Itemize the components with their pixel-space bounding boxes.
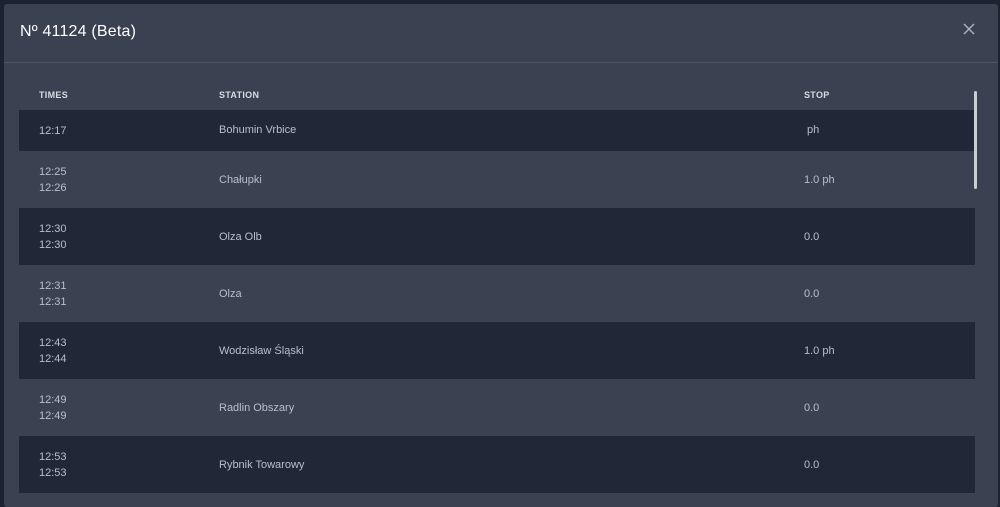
times-cell: 12:30 12:30 bbox=[39, 221, 67, 253]
times-cell: 12:53 12:53 bbox=[39, 449, 67, 481]
arrival-time: 12:17 bbox=[39, 125, 67, 137]
table-row: 12:25 12:26 Chałupki 1.0 ph bbox=[19, 151, 975, 208]
station-cell: Wodzisław Śląski bbox=[219, 345, 304, 357]
arrival-time: 12:31 bbox=[39, 280, 67, 292]
departure-time: 12:44 bbox=[39, 353, 67, 365]
table-row: 12:49 12:49 Radlin Obszary 0.0 bbox=[19, 379, 975, 436]
stop-cell: ph bbox=[804, 124, 820, 136]
departure-time: 12:53 bbox=[39, 467, 67, 479]
table-row: 12:31 12:31 Olza 0.0 bbox=[19, 265, 975, 322]
table-row: 12:53 12:53 Rybnik Towarowy 0.0 bbox=[19, 436, 975, 493]
table-row: 12:43 12:44 Wodzisław Śląski 1.0 ph bbox=[19, 322, 975, 379]
station-cell: Olza Olb bbox=[219, 231, 262, 243]
departure-time: 12:49 bbox=[39, 410, 67, 422]
departure-time: 12:31 bbox=[39, 296, 67, 308]
column-header-stop: STOP bbox=[804, 90, 830, 100]
stop-cell: 1.0 ph bbox=[804, 345, 835, 357]
scrollbar-thumb[interactable] bbox=[974, 91, 977, 189]
column-header-times: TIMES bbox=[39, 90, 69, 100]
timetable-table: TIMES STATION STOP 12:17 Bohumin Vrbice … bbox=[19, 86, 975, 506]
close-icon bbox=[963, 23, 975, 35]
table-row: 12:17 Bohumin Vrbice ph bbox=[19, 110, 975, 151]
departure-time: 12:30 bbox=[39, 239, 67, 251]
modal-header: Nº 41124 (Beta) bbox=[4, 4, 998, 63]
arrival-time: 12:49 bbox=[39, 394, 67, 406]
station-cell: Rybnik Towarowy bbox=[219, 459, 305, 471]
table-header-row: TIMES STATION STOP bbox=[19, 86, 975, 110]
times-cell: 12:25 12:26 bbox=[39, 164, 67, 196]
stop-cell: 0.0 bbox=[804, 459, 820, 471]
stop-cell: 0.0 bbox=[804, 231, 820, 243]
arrival-time: 12:30 bbox=[39, 223, 67, 235]
stop-cell: 0.0 bbox=[804, 402, 820, 414]
table-row: 12:30 12:30 Olza Olb 0.0 bbox=[19, 208, 975, 265]
close-button[interactable] bbox=[962, 22, 976, 36]
station-cell: Radlin Obszary bbox=[219, 402, 295, 414]
stop-cell: 1.0 ph bbox=[804, 174, 835, 186]
arrival-time: 12:25 bbox=[39, 166, 67, 178]
station-cell: Olza bbox=[219, 288, 242, 300]
arrival-time: 12:43 bbox=[39, 337, 67, 349]
arrival-time: 12:53 bbox=[39, 451, 67, 463]
departure-time: 12:26 bbox=[39, 182, 67, 194]
modal-title: Nº 41124 (Beta) bbox=[20, 23, 137, 40]
times-cell: 12:17 bbox=[39, 123, 67, 139]
station-cell: Chałupki bbox=[219, 174, 262, 186]
times-cell: 12:49 12:49 bbox=[39, 392, 67, 424]
column-header-station: STATION bbox=[219, 90, 260, 100]
times-cell: 12:31 12:31 bbox=[39, 278, 67, 310]
times-cell: 12:43 12:44 bbox=[39, 335, 67, 367]
station-cell: Bohumin Vrbice bbox=[219, 124, 297, 136]
stop-cell: 0.0 bbox=[804, 288, 820, 300]
